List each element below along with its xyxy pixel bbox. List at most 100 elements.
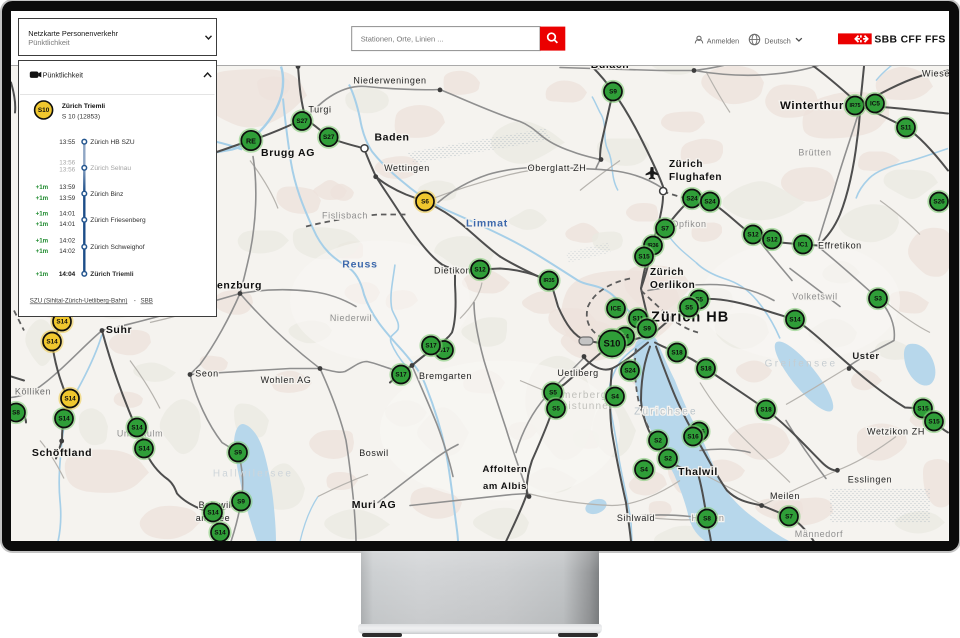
svg-text:Opfikon: Opfikon — [671, 219, 706, 229]
svg-text:S6: S6 — [421, 198, 429, 205]
svg-text:13:56: 13:56 — [59, 166, 75, 173]
svg-text:IR75: IR75 — [850, 102, 861, 108]
svg-text:Zürichsee: Zürichsee — [634, 406, 698, 417]
svg-text:Deutsch: Deutsch — [764, 36, 790, 45]
svg-text:Lenzburg: Lenzburg — [210, 280, 262, 291]
svg-text:S5: S5 — [685, 304, 693, 311]
svg-text:S12: S12 — [474, 266, 486, 273]
svg-text:Affoltern: Affoltern — [483, 463, 528, 474]
svg-text:S4: S4 — [640, 466, 648, 473]
svg-text:S15: S15 — [928, 418, 940, 425]
svg-text:Wiesendangen: Wiesendangen — [922, 68, 949, 78]
svg-text:Hallwilersee: Hallwilersee — [213, 468, 293, 479]
svg-text:-: - — [134, 297, 136, 304]
svg-text:Winterthur: Winterthur — [780, 100, 844, 112]
svg-text:S4: S4 — [611, 393, 619, 400]
svg-text:S11: S11 — [900, 124, 911, 131]
svg-text:S26: S26 — [933, 198, 945, 205]
svg-text:S9: S9 — [234, 449, 242, 456]
svg-text:Flughafen: Flughafen — [669, 172, 722, 183]
svg-text:Zürich Selnau: Zürich Selnau — [90, 165, 131, 172]
svg-text:S15: S15 — [638, 253, 650, 260]
svg-text:S16: S16 — [687, 433, 699, 440]
svg-text:S14: S14 — [56, 318, 68, 325]
svg-text:+1m: +1m — [36, 221, 49, 228]
svg-text:S24: S24 — [704, 198, 716, 205]
svg-text:S10: S10 — [38, 106, 50, 113]
svg-text:S9: S9 — [643, 325, 651, 332]
svg-text:+1m: +1m — [36, 210, 49, 217]
svg-text:Zürich: Zürich — [650, 267, 684, 278]
svg-text:S12: S12 — [747, 231, 759, 238]
svg-text:+1m: +1m — [36, 271, 49, 278]
svg-text:S18: S18 — [760, 406, 772, 413]
svg-text:Pünktlichkeit: Pünktlichkeit — [28, 37, 69, 46]
svg-text:Bremgarten: Bremgarten — [419, 370, 472, 380]
svg-text:Reuss: Reuss — [342, 259, 377, 270]
svg-text:14:04: 14:04 — [59, 271, 76, 278]
svg-text:S15: S15 — [917, 405, 929, 412]
svg-text:13:59: 13:59 — [59, 184, 75, 191]
svg-text:Niederwil: Niederwil — [330, 312, 372, 322]
svg-text:S27: S27 — [296, 117, 308, 124]
svg-text:Effretikon: Effretikon — [818, 240, 862, 250]
svg-text:S12: S12 — [766, 236, 778, 243]
svg-text:Niederweningen: Niederweningen — [353, 75, 426, 85]
svg-text:Schöftland: Schöftland — [32, 447, 92, 458]
svg-text:Boswil: Boswil — [359, 447, 389, 457]
svg-text:Suhr: Suhr — [106, 324, 132, 335]
svg-text:Kölliken: Kölliken — [15, 386, 51, 396]
svg-text:RE: RE — [246, 136, 256, 145]
svg-text:14:01: 14:01 — [59, 210, 75, 217]
svg-text:14:01: 14:01 — [59, 221, 75, 228]
svg-text:S2: S2 — [654, 437, 662, 444]
svg-text:S9: S9 — [609, 88, 617, 95]
svg-text:Zürich Binz: Zürich Binz — [90, 191, 123, 198]
svg-text:Bülach: Bülach — [591, 66, 630, 71]
svg-text:Männedorf: Männedorf — [795, 528, 843, 538]
svg-text:S7: S7 — [785, 513, 793, 520]
svg-text:SBB: SBB — [141, 297, 153, 304]
svg-text:Zürich HB SZU: Zürich HB SZU — [90, 139, 135, 146]
svg-text:Uster: Uster — [852, 350, 879, 361]
svg-text:S14: S14 — [138, 445, 150, 452]
svg-text:Turgi: Turgi — [308, 104, 331, 114]
svg-text:S14: S14 — [46, 338, 58, 345]
svg-text:Zürich Friesenberg: Zürich Friesenberg — [90, 217, 146, 224]
svg-text:S17: S17 — [425, 342, 437, 349]
svg-text:Brugg AG: Brugg AG — [261, 148, 315, 159]
svg-text:Zürich Triemli: Zürich Triemli — [62, 102, 105, 109]
svg-text:Oerlikon: Oerlikon — [650, 280, 695, 291]
svg-text:+1m: +1m — [36, 237, 49, 244]
svg-text:ICE: ICE — [611, 305, 622, 312]
svg-text:S7: S7 — [661, 225, 669, 232]
svg-text:Anmelden: Anmelden — [707, 36, 739, 45]
svg-text:Wettingen: Wettingen — [384, 163, 430, 173]
svg-text:S14: S14 — [64, 395, 76, 402]
svg-text:S27: S27 — [323, 134, 335, 141]
svg-text:S14: S14 — [131, 424, 143, 431]
svg-text:S18: S18 — [700, 365, 712, 372]
svg-text:S8: S8 — [703, 515, 711, 522]
svg-text:Meilen: Meilen — [770, 490, 800, 500]
svg-text:Greifensee: Greifensee — [765, 358, 838, 369]
svg-text:S14: S14 — [214, 529, 226, 536]
svg-text:S5: S5 — [552, 405, 560, 412]
svg-text:S17: S17 — [395, 371, 407, 378]
svg-text:S14: S14 — [207, 509, 219, 516]
svg-text:14:02: 14:02 — [59, 248, 75, 255]
svg-text:Esslingen: Esslingen — [848, 474, 892, 484]
svg-text:am Albis: am Albis — [483, 480, 527, 491]
svg-text:Stationen, Orte, Linien ...: Stationen, Orte, Linien ... — [361, 34, 444, 43]
svg-text:13:56: 13:56 — [59, 159, 75, 166]
svg-text:S8: S8 — [12, 409, 20, 416]
svg-text:Wetzikon ZH: Wetzikon ZH — [867, 426, 925, 436]
svg-text:IC5: IC5 — [870, 100, 880, 107]
svg-text:S24: S24 — [624, 367, 636, 374]
svg-text:S14: S14 — [789, 316, 801, 323]
svg-text:+1m: +1m — [36, 248, 49, 255]
svg-text:IC1: IC1 — [798, 241, 808, 248]
svg-text:Wohlen AG: Wohlen AG — [261, 374, 312, 384]
svg-text:Uetliberg: Uetliberg — [557, 367, 598, 377]
svg-text:13:55: 13:55 — [59, 139, 75, 146]
